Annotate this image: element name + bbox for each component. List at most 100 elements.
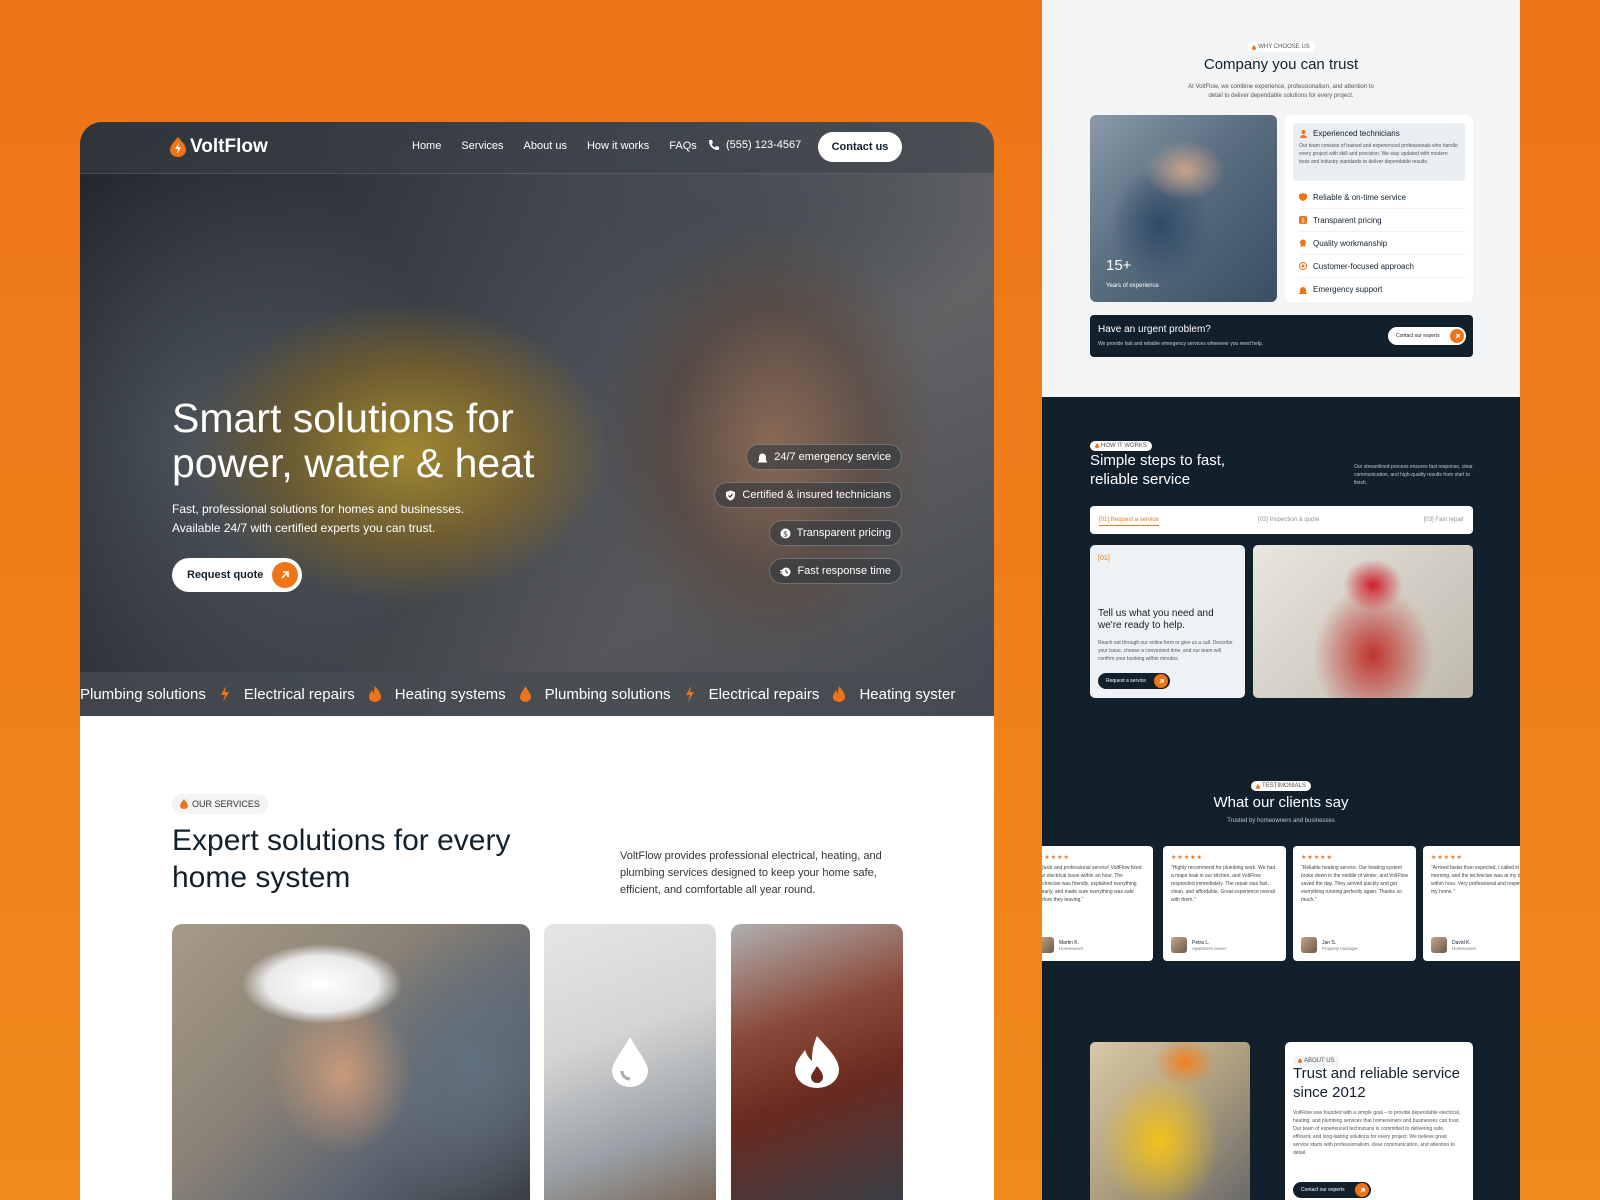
badge-label: Certified & insured technicians bbox=[742, 489, 891, 501]
testimonials-subtitle: Trusted by homeowners and businesses bbox=[1227, 818, 1335, 824]
ticker-item: Electrical repairs bbox=[243, 685, 355, 703]
plumber-phone-image bbox=[1253, 545, 1473, 698]
nav-link-services[interactable]: Services bbox=[461, 140, 503, 152]
electrical-service-image[interactable] bbox=[172, 924, 530, 1200]
contact-experts-button[interactable]: Contact our experts bbox=[1388, 327, 1466, 345]
nav-link-home[interactable]: Home bbox=[412, 140, 441, 152]
alarm-icon bbox=[758, 453, 768, 462]
about-title: Trust and reliable service since 2012 bbox=[1293, 1065, 1461, 1101]
water-drop-icon bbox=[1298, 1058, 1302, 1063]
flame-icon bbox=[833, 686, 846, 702]
water-drop-icon bbox=[1255, 783, 1260, 789]
timer-icon bbox=[780, 567, 791, 576]
feature-transparent-pricing[interactable]: $ Transparent pricing bbox=[1299, 209, 1465, 232]
about-tag-label: ABOUT US bbox=[1304, 1057, 1335, 1064]
badge-fast-response: Fast response time bbox=[769, 558, 902, 584]
nav-links: Home Services About us How it works FAQs bbox=[412, 140, 717, 152]
logo-text: VoltFlow bbox=[190, 136, 268, 157]
plumbing-service-image[interactable] bbox=[544, 924, 716, 1200]
why-subtitle: At VoltFlow, we combine experience, prof… bbox=[1188, 84, 1374, 99]
testimonials-tag-label: TESTIMONIALS bbox=[1261, 783, 1306, 789]
request-service-button[interactable]: Request a service bbox=[1098, 673, 1170, 689]
how-it-works-tag: HOW IT WORKS bbox=[1090, 440, 1152, 451]
worker-icon bbox=[1300, 130, 1307, 138]
request-quote-label: Request quote bbox=[187, 569, 264, 581]
feature-label: Customer-focused approach bbox=[1313, 261, 1414, 271]
electrician-image bbox=[1090, 1042, 1250, 1200]
services-tag-label: OUR SERVICES bbox=[192, 799, 260, 809]
nav-link-faqs[interactable]: FAQs bbox=[669, 140, 697, 152]
step-title: Tell us what you need and we're ready to… bbox=[1098, 608, 1214, 631]
testimonial-card: ★★★★★ "Highly recommend for plumbing wor… bbox=[1163, 846, 1286, 961]
testimonial-card: ★★★★★ "Reliable heating service. Our hea… bbox=[1293, 846, 1416, 961]
badge-transparent-pricing: $ Transparent pricing bbox=[768, 520, 902, 546]
ticker-item: Heating systems bbox=[394, 685, 506, 703]
step-description: Reach out through our online form or giv… bbox=[1098, 640, 1233, 662]
hero-subtitle: Fast, professional solutions for homes a… bbox=[172, 502, 465, 535]
siren-icon bbox=[1299, 286, 1307, 294]
feature-reliable-service[interactable]: Reliable & on-time service bbox=[1299, 186, 1465, 209]
request-quote-button[interactable]: Request quote bbox=[172, 558, 303, 592]
technicians-image: 15+ Years of experience bbox=[1090, 115, 1277, 302]
about-contact-button[interactable]: Contact our experts bbox=[1293, 1182, 1371, 1198]
landing-page-preview-sections: WHY CHOOSE US Company you can trust At V… bbox=[1042, 0, 1520, 1200]
water-drop-icon bbox=[1095, 443, 1099, 448]
services-tag: OUR SERVICES bbox=[172, 794, 268, 814]
feature-quality-workmanship[interactable]: Quality workmanship bbox=[1299, 232, 1465, 255]
badge-certified-technicians: Certified & insured technicians bbox=[714, 482, 902, 508]
step-tab-request[interactable]: [01] Request a service bbox=[1099, 517, 1159, 526]
features-list: Experienced technicians Our team consist… bbox=[1285, 115, 1473, 302]
ticker-item: Plumbing solutions bbox=[544, 685, 671, 703]
arrow-up-right-icon bbox=[272, 562, 299, 588]
shield-icon bbox=[1299, 193, 1307, 201]
contact-us-button[interactable]: Contact us bbox=[818, 132, 902, 162]
water-drop-icon bbox=[519, 686, 531, 702]
flame-bolt-icon bbox=[170, 137, 186, 157]
why-tag-label: WHY CHOOSE US bbox=[1258, 44, 1310, 50]
how-title: Simple steps to fast, reliable service bbox=[1090, 452, 1226, 488]
logo[interactable]: VoltFlow bbox=[170, 136, 268, 158]
heating-service-image[interactable] bbox=[731, 924, 903, 1200]
author-role: Homeowner bbox=[1452, 945, 1477, 951]
nav-link-how-it-works[interactable]: How it works bbox=[587, 140, 649, 152]
urgent-banner: Have an urgent problem? We provide fast … bbox=[1090, 315, 1473, 357]
star-rating: ★★★★★ bbox=[1042, 855, 1070, 861]
step-number: [01] bbox=[1098, 555, 1110, 562]
arrow-up-right-icon bbox=[1154, 674, 1168, 688]
phone-link[interactable]: (555) 123-4567 bbox=[708, 139, 801, 151]
feature-emergency-support[interactable]: Emergency support bbox=[1299, 278, 1465, 301]
arrow-up-right-icon bbox=[1355, 1183, 1369, 1197]
flame-icon bbox=[368, 686, 381, 702]
step-tab-repair[interactable]: [03] Fast repair bbox=[1424, 517, 1464, 523]
arrow-up-right-icon bbox=[1450, 329, 1464, 343]
urgent-title: Have an urgent problem? bbox=[1098, 324, 1211, 335]
star-rating: ★★★★★ bbox=[1171, 855, 1203, 861]
how-tag-label: HOW IT WORKS bbox=[1101, 442, 1147, 449]
feature-customer-focused[interactable]: Customer-focused approach bbox=[1299, 255, 1465, 278]
button-label: Contact our experts bbox=[1396, 333, 1440, 339]
water-drop-icon bbox=[180, 799, 188, 809]
ticker-item: Plumbing solutions bbox=[80, 685, 206, 703]
dollar-icon: $ bbox=[780, 528, 791, 538]
testimonial-quote: "Quick and professional service! VoltFlo… bbox=[1042, 865, 1142, 903]
feature-label: Reliable & on-time service bbox=[1313, 192, 1406, 202]
ticker-item: Heating syster bbox=[859, 685, 956, 703]
badge-label: 24/7 emergency service bbox=[774, 451, 891, 463]
dollar-icon: $ bbox=[1299, 216, 1307, 224]
badge-emergency-service: 24/7 emergency service bbox=[746, 444, 902, 470]
shield-check-icon bbox=[726, 490, 736, 500]
hero-title: Smart solutions for power, water & heat bbox=[172, 395, 535, 486]
svg-text:$: $ bbox=[783, 529, 788, 538]
steps-tabs: [01] Request a service [02] Inspection &… bbox=[1090, 506, 1473, 534]
nav-link-about[interactable]: About us bbox=[524, 140, 567, 152]
why-choose-us-tag: WHY CHOOSE US bbox=[1247, 42, 1315, 52]
feature-title: Experienced technicians bbox=[1313, 129, 1400, 138]
avatar bbox=[1171, 937, 1187, 953]
step-tab-inspection[interactable]: [02] Inspection & quote bbox=[1258, 517, 1319, 523]
star-rating: ★★★★★ bbox=[1431, 855, 1463, 861]
feature-experienced-technicians[interactable]: Experienced technicians Our team consist… bbox=[1293, 123, 1465, 181]
testimonial-card: ★★★★★ "Arrived faster than expected. I c… bbox=[1423, 846, 1520, 961]
testimonial-card: ★★★★★ "Quick and professional service! V… bbox=[1042, 846, 1153, 961]
top-navigation: VoltFlow Home Services About us How it w… bbox=[80, 122, 994, 174]
urgent-subtitle: We provide fast and reliable emergency s… bbox=[1098, 341, 1263, 347]
